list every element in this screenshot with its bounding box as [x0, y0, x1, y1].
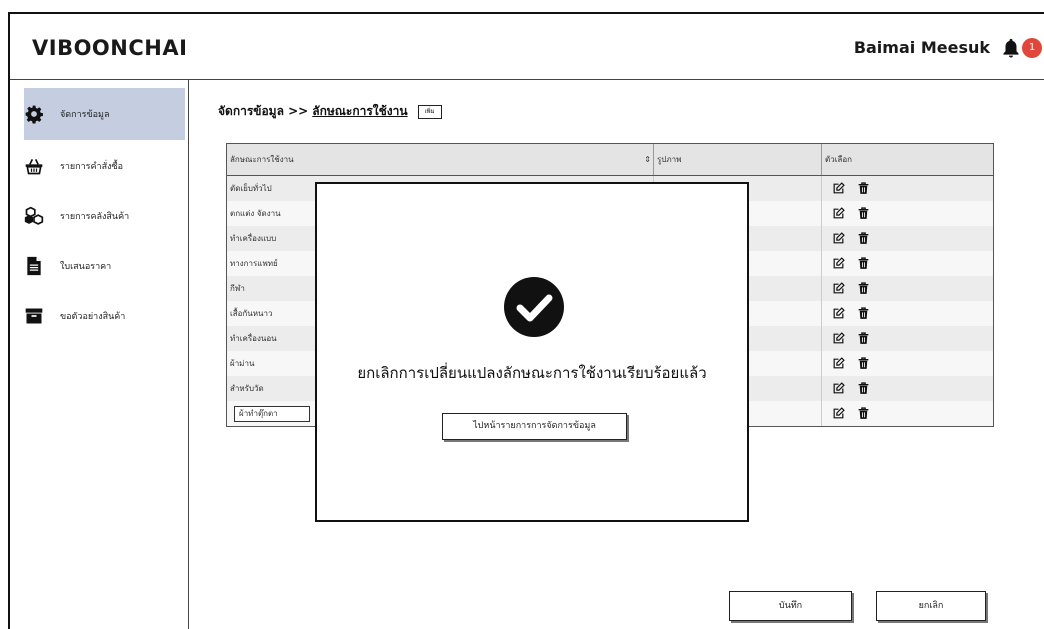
edit-icon[interactable]	[832, 307, 845, 320]
edit-icon[interactable]	[832, 182, 845, 195]
trash-icon[interactable]	[857, 257, 870, 270]
table-header: ลักษณะการใช้งาน ⇕ รูปภาพ ตัวเลือก	[227, 144, 993, 176]
sidebar-item-quotation[interactable]: ใบเสนอราคา	[10, 240, 189, 292]
breadcrumb: จัดการข้อมูล >> ลักษณะการใช้งาน เพิ่ม	[218, 102, 442, 121]
edit-icon[interactable]	[832, 257, 845, 270]
sidebar-item-inventory[interactable]: รายการคลังสินค้า	[10, 190, 189, 242]
usage-name-input[interactable]: ผ้าทำตุ๊กตา	[234, 406, 310, 422]
sidebar-item-label: ขอตัวอย่างสินค้า	[60, 312, 126, 322]
sidebar-item-label: รายการคำสั่งซื้อ	[60, 162, 123, 172]
row-actions	[821, 226, 993, 251]
edit-icon[interactable]	[832, 232, 845, 245]
notification-badge[interactable]: 1	[1022, 38, 1042, 58]
row-actions	[821, 351, 993, 376]
sidebar-item-label: ใบเสนอราคา	[60, 262, 112, 272]
column-header-name-label: ลักษณะการใช้งาน	[230, 155, 294, 164]
sort-icon[interactable]: ⇕	[644, 144, 651, 176]
cancel-button[interactable]: ยกเลิก	[876, 591, 986, 621]
edit-icon[interactable]	[832, 382, 845, 395]
row-actions	[821, 326, 993, 351]
gear-icon	[25, 105, 43, 124]
basket-icon	[25, 158, 43, 175]
document-icon	[27, 256, 41, 276]
boxes-icon	[24, 206, 44, 225]
row-actions	[821, 376, 993, 401]
save-button[interactable]: บันทึก	[729, 591, 852, 621]
success-modal: ยกเลิกการเปลี่ยนแปลงลักษณะการใช้งานเรียบ…	[315, 182, 749, 522]
trash-icon[interactable]	[857, 282, 870, 295]
trash-icon[interactable]	[857, 207, 870, 220]
trash-icon[interactable]	[857, 307, 870, 320]
user-name[interactable]: Baimai Meesuk	[854, 38, 990, 57]
row-actions	[821, 401, 993, 426]
archive-icon	[25, 308, 43, 324]
add-button[interactable]: เพิ่ม	[417, 104, 442, 119]
column-header-options: ตัวเลือก	[821, 144, 993, 175]
trash-icon[interactable]	[857, 232, 870, 245]
row-actions	[821, 251, 993, 276]
column-header-name[interactable]: ลักษณะการใช้งาน ⇕	[227, 144, 653, 175]
sidebar-item-label: รายการคลังสินค้า	[60, 212, 130, 222]
row-actions	[821, 176, 993, 201]
sidebar-item-orders[interactable]: รายการคำสั่งซื้อ	[10, 140, 189, 192]
row-actions	[821, 201, 993, 226]
trash-icon[interactable]	[857, 357, 870, 370]
trash-icon[interactable]	[857, 382, 870, 395]
row-actions	[821, 276, 993, 301]
trash-icon[interactable]	[857, 407, 870, 420]
bell-icon[interactable]	[1000, 36, 1022, 60]
sidebar-item-manage-data[interactable]: จัดการข้อมูล	[24, 88, 185, 140]
sidebar-item-label: จัดการข้อมูล	[60, 110, 110, 120]
edit-icon[interactable]	[832, 282, 845, 295]
check-circle-icon	[504, 277, 564, 337]
row-actions	[821, 301, 993, 326]
sidebar: จัดการข้อมูล รายการคำสั่งซื้อ รายการคลัง…	[10, 80, 189, 629]
breadcrumb-current[interactable]: ลักษณะการใช้งาน	[312, 102, 407, 121]
edit-icon[interactable]	[832, 407, 845, 420]
edit-icon[interactable]	[832, 207, 845, 220]
sidebar-item-sample-request[interactable]: ขอตัวอย่างสินค้า	[10, 290, 189, 342]
brand-logo: VIBOONCHAI	[32, 36, 188, 60]
trash-icon[interactable]	[857, 182, 870, 195]
edit-icon[interactable]	[832, 357, 845, 370]
modal-message: ยกเลิกการเปลี่ยนแปลงลักษณะการใช้งานเรียบ…	[357, 364, 707, 382]
column-header-image: รูปภาพ	[653, 144, 821, 175]
go-to-manage-data-button[interactable]: ไปหน้ารายการการจัดการข้อมูล	[442, 413, 627, 440]
edit-icon[interactable]	[832, 332, 845, 345]
trash-icon[interactable]	[857, 332, 870, 345]
top-bar: VIBOONCHAI Baimai Meesuk 1	[10, 14, 1044, 80]
breadcrumb-root[interactable]: จัดการข้อมูล >>	[218, 102, 308, 121]
